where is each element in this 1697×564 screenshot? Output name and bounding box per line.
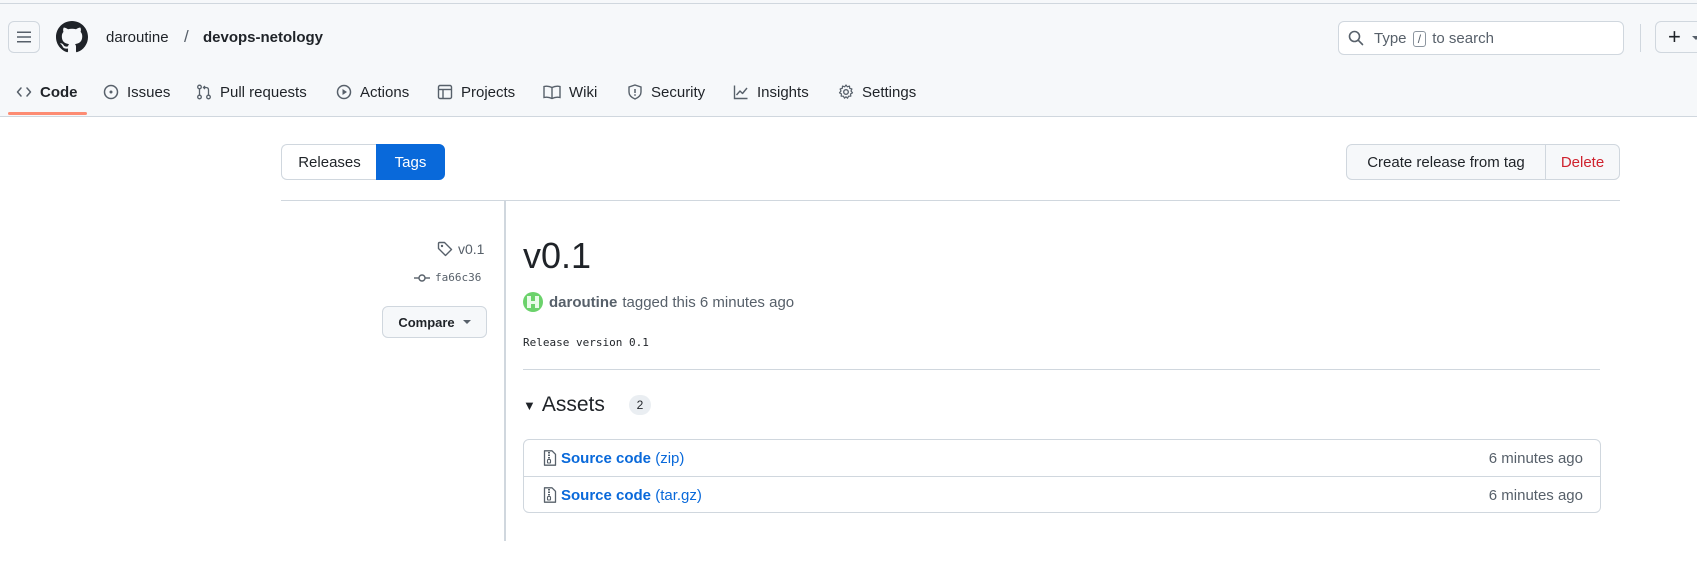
source-code-zip-link[interactable]: Source code (zip): [561, 450, 684, 467]
compare-button[interactable]: Compare: [382, 306, 487, 338]
search-icon: [1348, 30, 1364, 46]
author-link[interactable]: daroutine: [549, 294, 617, 311]
tag-link[interactable]: v0.1: [437, 241, 484, 257]
tab-label: Code: [40, 83, 78, 101]
release-title: v0.1: [523, 235, 592, 276]
tag-icon: [437, 241, 453, 257]
issue-opened-icon: [103, 84, 119, 100]
file-zip-icon: [543, 487, 557, 503]
releases-toggle-button[interactable]: Releases: [281, 144, 377, 180]
release-meta: daroutine tagged this 6 minutes ago: [523, 292, 794, 312]
plus-icon: +: [1668, 24, 1681, 49]
tag-name: v0.1: [458, 241, 485, 257]
search-prefix: Type: [1374, 30, 1407, 47]
timeline-divider: [504, 201, 506, 541]
avatar[interactable]: [523, 292, 543, 312]
search-suffix: to search: [1432, 30, 1494, 47]
assets-count-badge: 2: [628, 395, 651, 415]
asset-name: Source code: [561, 450, 652, 467]
assets-heading: Assets: [541, 393, 605, 416]
repo-name-link[interactable]: devops-netology: [203, 29, 323, 46]
asset-ext: (zip): [655, 450, 685, 467]
create-release-from-tag-button[interactable]: Create release from tag: [1346, 144, 1546, 180]
tab-label: Pull requests: [220, 83, 307, 101]
shield-icon: [628, 84, 642, 100]
search-input[interactable]: Type / to search: [1338, 21, 1624, 55]
delete-button[interactable]: Delete: [1545, 144, 1620, 180]
source-code-targz-link[interactable]: Source code (tar.gz): [561, 487, 702, 504]
table-icon: [437, 84, 453, 100]
tab-projects[interactable]: Projects: [437, 80, 515, 104]
active-tab-indicator: [8, 112, 87, 115]
tab-insights[interactable]: Insights: [733, 80, 809, 104]
commit-sha: fa66c36: [435, 271, 482, 284]
header-divider: [0, 3, 1697, 4]
menu-button[interactable]: [8, 21, 40, 53]
gear-icon: [838, 84, 854, 99]
tab-label: Wiki: [569, 83, 598, 101]
commit-link[interactable]: fa66c36: [414, 271, 481, 284]
asset-timestamp: 6 minutes ago: [1488, 450, 1583, 467]
tab-security[interactable]: Security: [627, 80, 705, 104]
tags-toggle-button[interactable]: Tags: [376, 144, 445, 180]
assets-list: Source code (zip) 6 minutes ago Source c…: [523, 439, 1601, 513]
assets-toggle[interactable]: ▼ Assets 2: [523, 393, 651, 417]
tab-label: Settings: [862, 83, 917, 101]
search-shortcut-key: /: [1412, 31, 1427, 47]
list-item: Source code (zip) 6 minutes ago: [524, 440, 1600, 477]
tab-label: Security: [651, 83, 706, 101]
chevron-down-icon: [1692, 36, 1697, 40]
create-new-button[interactable]: +: [1655, 21, 1697, 53]
tab-code[interactable]: Code: [16, 80, 78, 104]
code-icon: [16, 87, 32, 97]
triangle-down-icon: ▼: [523, 397, 536, 413]
header-separator: [1640, 24, 1641, 52]
tagged-time-text: tagged this 6 minutes ago: [622, 293, 795, 311]
divider: [523, 369, 1600, 370]
file-zip-icon: [543, 450, 557, 466]
compare-label: Compare: [398, 314, 455, 330]
asset-ext: (tar.gz): [655, 487, 702, 504]
git-pull-request-icon: [197, 84, 211, 100]
tab-label: Actions: [360, 83, 410, 101]
play-icon: [336, 84, 352, 100]
asset-timestamp: 6 minutes ago: [1488, 487, 1583, 504]
hamburger-icon: [17, 31, 31, 43]
git-commit-icon: [414, 273, 430, 282]
release-description: Release version 0.1: [523, 336, 649, 349]
tab-settings[interactable]: Settings: [838, 80, 916, 104]
list-item: Source code (tar.gz) 6 minutes ago: [524, 477, 1600, 513]
tab-label: Issues: [127, 83, 171, 101]
repo-owner-link[interactable]: daroutine: [106, 29, 169, 46]
asset-name: Source code: [561, 487, 652, 504]
tab-issues[interactable]: Issues: [103, 80, 170, 104]
tab-wiki[interactable]: Wiki: [543, 80, 597, 104]
github-logo-icon[interactable]: [56, 21, 88, 53]
graph-icon: [733, 85, 748, 100]
tab-label: Insights: [757, 83, 809, 101]
search-placeholder: Type / to search: [1374, 30, 1494, 47]
tab-pull-requests[interactable]: Pull requests: [196, 80, 307, 104]
book-icon: [543, 85, 561, 100]
chevron-down-icon: [462, 320, 471, 324]
breadcrumb-separator: /: [184, 27, 189, 46]
global-header: daroutine / devops-netology Type / to se…: [0, 0, 1697, 117]
divider: [281, 200, 1620, 201]
tab-actions[interactable]: Actions: [336, 80, 409, 104]
tab-label: Projects: [461, 83, 516, 101]
